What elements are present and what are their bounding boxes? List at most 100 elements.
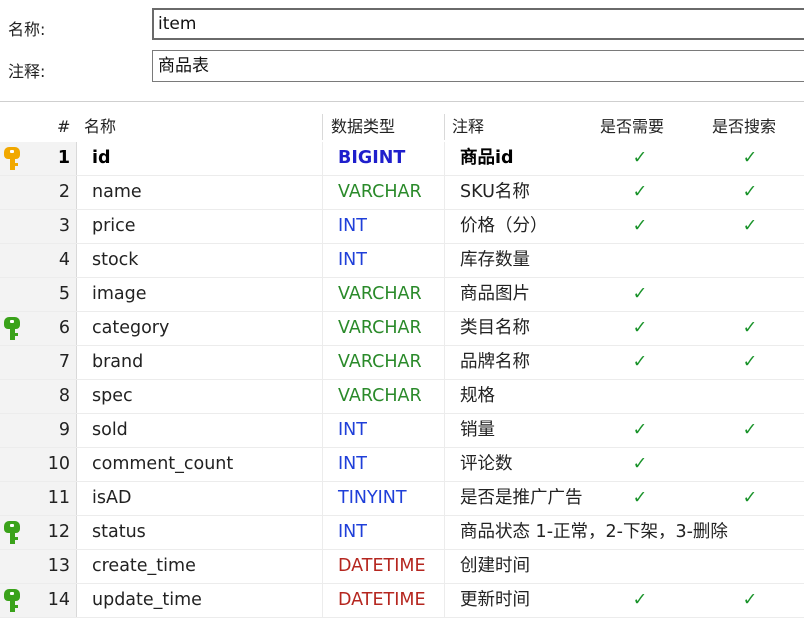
- row-number[interactable]: 12: [44, 516, 70, 549]
- required-check-icon[interactable]: [630, 244, 650, 277]
- data-type[interactable]: INT: [338, 448, 367, 481]
- searchable-check-icon[interactable]: [740, 550, 760, 583]
- required-check-icon[interactable]: ✓: [630, 142, 650, 175]
- searchable-check-icon[interactable]: [740, 380, 760, 413]
- row-number[interactable]: 9: [44, 414, 70, 447]
- table-row[interactable]: 6 category VARCHAR 类目名称 ✓ ✓: [0, 312, 804, 346]
- required-check-icon[interactable]: ✓: [630, 448, 650, 481]
- column-name[interactable]: name: [92, 176, 142, 209]
- required-check-icon[interactable]: ✓: [630, 312, 650, 345]
- searchable-check-icon[interactable]: ✓: [740, 176, 760, 209]
- column-name[interactable]: category: [92, 312, 169, 345]
- table-row[interactable]: 10 comment_count INT 评论数 ✓: [0, 448, 804, 482]
- searchable-check-icon[interactable]: ✓: [740, 312, 760, 345]
- row-number[interactable]: 1: [44, 142, 70, 175]
- row-number[interactable]: 8: [44, 380, 70, 413]
- searchable-check-icon[interactable]: ✓: [740, 482, 760, 515]
- data-type[interactable]: INT: [338, 210, 367, 243]
- table-comment-input[interactable]: 商品表: [152, 50, 804, 82]
- required-check-icon[interactable]: [630, 516, 650, 549]
- required-check-icon[interactable]: [630, 550, 650, 583]
- row-number[interactable]: 2: [44, 176, 70, 209]
- data-type[interactable]: VARCHAR: [338, 278, 422, 311]
- row-number[interactable]: 10: [44, 448, 70, 481]
- required-check-icon[interactable]: ✓: [630, 346, 650, 379]
- header-required[interactable]: 是否需要: [600, 111, 664, 142]
- row-number[interactable]: 14: [44, 584, 70, 617]
- table-row[interactable]: 11 isAD TINYINT 是否是推广广告 ✓ ✓: [0, 482, 804, 516]
- column-name[interactable]: spec: [92, 380, 133, 413]
- column-name[interactable]: status: [92, 516, 146, 549]
- column-comment[interactable]: 评论数: [460, 448, 513, 481]
- row-number[interactable]: 6: [44, 312, 70, 345]
- row-number[interactable]: 11: [44, 482, 70, 515]
- searchable-check-icon[interactable]: ✓: [740, 414, 760, 447]
- table-name-input[interactable]: item: [152, 8, 804, 40]
- data-type[interactable]: TINYINT: [338, 482, 407, 515]
- row-number[interactable]: 3: [44, 210, 70, 243]
- data-type[interactable]: VARCHAR: [338, 312, 422, 345]
- data-type[interactable]: BIGINT: [338, 142, 405, 175]
- column-comment[interactable]: 商品图片: [460, 278, 530, 311]
- column-name[interactable]: image: [92, 278, 147, 311]
- column-name[interactable]: sold: [92, 414, 128, 447]
- column-comment[interactable]: 规格: [460, 380, 495, 413]
- searchable-check-icon[interactable]: [740, 244, 760, 277]
- table-row[interactable]: 8 spec VARCHAR 规格: [0, 380, 804, 414]
- required-check-icon[interactable]: ✓: [630, 414, 650, 447]
- data-type[interactable]: DATETIME: [338, 550, 426, 583]
- column-comment[interactable]: 是否是推广广告: [460, 482, 583, 515]
- table-row[interactable]: 12 status INT 商品状态 1-正常，2-下架，3-删除: [0, 516, 804, 550]
- table-row[interactable]: 5 image VARCHAR 商品图片 ✓: [0, 278, 804, 312]
- data-type[interactable]: INT: [338, 244, 367, 277]
- required-check-icon[interactable]: ✓: [630, 278, 650, 311]
- required-check-icon[interactable]: ✓: [630, 584, 650, 617]
- header-searchable[interactable]: 是否搜索: [712, 111, 776, 142]
- column-comment[interactable]: SKU名称: [460, 176, 530, 209]
- column-name[interactable]: update_time: [92, 584, 202, 617]
- row-number[interactable]: 5: [44, 278, 70, 311]
- column-comment[interactable]: 品牌名称: [460, 346, 530, 379]
- column-comment[interactable]: 价格（分）: [460, 210, 548, 243]
- table-row[interactable]: 14 update_time DATETIME 更新时间 ✓ ✓: [0, 584, 804, 618]
- column-name[interactable]: stock: [92, 244, 138, 277]
- data-type[interactable]: VARCHAR: [338, 346, 422, 379]
- table-row[interactable]: 13 create_time DATETIME 创建时间: [0, 550, 804, 584]
- searchable-check-icon[interactable]: ✓: [740, 142, 760, 175]
- searchable-check-icon[interactable]: ✓: [740, 346, 760, 379]
- table-row[interactable]: 1 id BIGINT 商品id ✓ ✓: [0, 142, 804, 176]
- searchable-check-icon[interactable]: [740, 516, 760, 549]
- searchable-check-icon[interactable]: [740, 448, 760, 481]
- table-row[interactable]: 7 brand VARCHAR 品牌名称 ✓ ✓: [0, 346, 804, 380]
- row-number[interactable]: 13: [44, 550, 70, 583]
- column-name[interactable]: create_time: [92, 550, 196, 583]
- column-name[interactable]: isAD: [92, 482, 131, 515]
- column-name[interactable]: comment_count: [92, 448, 233, 481]
- header-num[interactable]: #: [57, 111, 70, 142]
- column-name[interactable]: brand: [92, 346, 143, 379]
- table-row[interactable]: 9 sold INT 销量 ✓ ✓: [0, 414, 804, 448]
- row-number[interactable]: 4: [44, 244, 70, 277]
- row-number[interactable]: 7: [44, 346, 70, 379]
- column-comment[interactable]: 类目名称: [460, 312, 530, 345]
- column-name[interactable]: id: [92, 142, 111, 175]
- table-row[interactable]: 4 stock INT 库存数量: [0, 244, 804, 278]
- table-row[interactable]: 3 price INT 价格（分） ✓ ✓: [0, 210, 804, 244]
- data-type[interactable]: VARCHAR: [338, 176, 422, 209]
- data-type[interactable]: INT: [338, 414, 367, 447]
- required-check-icon[interactable]: ✓: [630, 176, 650, 209]
- column-comment[interactable]: 库存数量: [460, 244, 530, 277]
- column-comment[interactable]: 销量: [460, 414, 495, 447]
- required-check-icon[interactable]: ✓: [630, 482, 650, 515]
- searchable-check-icon[interactable]: ✓: [740, 210, 760, 243]
- required-check-icon[interactable]: [630, 380, 650, 413]
- header-name[interactable]: 名称: [84, 111, 116, 142]
- column-comment[interactable]: 更新时间: [460, 584, 530, 617]
- searchable-check-icon[interactable]: ✓: [740, 584, 760, 617]
- column-comment[interactable]: 创建时间: [460, 550, 530, 583]
- column-name[interactable]: price: [92, 210, 136, 243]
- table-row[interactable]: 2 name VARCHAR SKU名称 ✓ ✓: [0, 176, 804, 210]
- data-type[interactable]: DATETIME: [338, 584, 426, 617]
- header-comment[interactable]: 注释: [452, 111, 484, 142]
- searchable-check-icon[interactable]: [740, 278, 760, 311]
